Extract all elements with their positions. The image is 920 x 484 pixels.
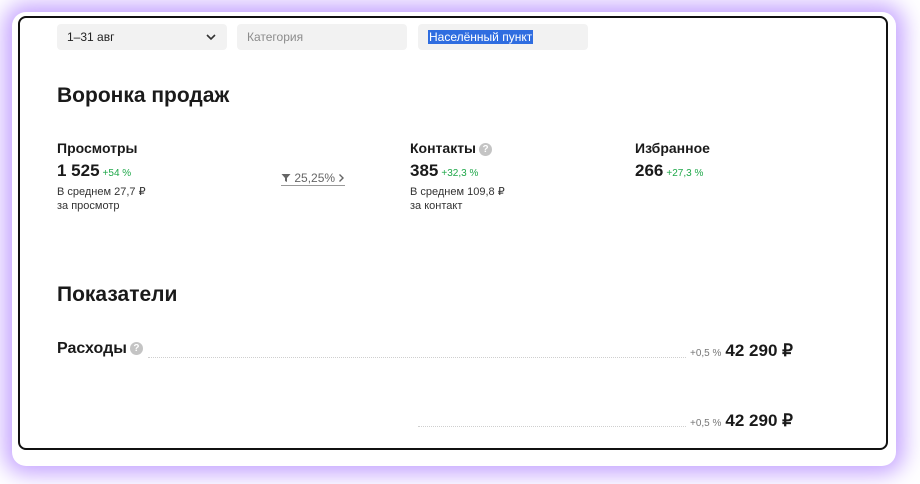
date-range-select[interactable]: 1–31 авг [57, 24, 227, 50]
category-placeholder: Категория [247, 30, 304, 44]
chevron-down-icon [205, 24, 217, 59]
funnel-favorites: Избранное 266 +27,3 % [635, 140, 710, 181]
favorites-delta: +27,3 % [666, 168, 704, 179]
dotted-leader [418, 426, 686, 427]
contacts-label: Контакты [410, 140, 477, 156]
metric-row-value: 42 290 ₽ [725, 411, 793, 430]
metric-row-total: +0,5 % 42 290 ₽ [690, 411, 793, 431]
contacts-avg-line2: за контакт [410, 200, 463, 212]
location-input[interactable]: Населённый пункт [418, 24, 588, 50]
expenses-label: Расходы [57, 340, 127, 357]
views-value: 1 525 [57, 161, 100, 180]
contacts-delta: +32,3 % [441, 168, 479, 179]
help-icon[interactable]: ? [129, 342, 143, 356]
expenses-change: +0,5 % [690, 348, 722, 359]
dotted-leader [148, 357, 686, 358]
stats-panel: 1–31 авг Категория Населённый пункт Воро… [18, 16, 888, 450]
date-range-value: 1–31 авг [67, 30, 115, 44]
conversion-value: 25,25% [294, 171, 336, 185]
views-label: Просмотры [57, 140, 138, 156]
expenses-value: 42 290 ₽ [725, 341, 793, 360]
chevron-right-icon [338, 171, 345, 185]
contacts-value: 385 [410, 161, 439, 180]
funnel-title: Воронка продаж [57, 84, 230, 107]
help-icon[interactable]: ? [479, 142, 493, 156]
favorites-value: 266 [635, 161, 664, 180]
contacts-avg-line1: В среднем 109,8 ₽ [410, 186, 505, 198]
location-selected-text: Населённый пункт [428, 30, 534, 44]
conversion-link[interactable]: 25,25% [281, 171, 346, 186]
metrics-title: Показатели [57, 283, 178, 306]
filter-icon [281, 171, 291, 185]
views-avg-line2: за просмотр [57, 200, 120, 212]
metric-row-change: +0,5 % [690, 418, 722, 429]
favorites-label: Избранное [635, 140, 710, 156]
category-input[interactable]: Категория [237, 24, 407, 50]
funnel-views: Просмотры 1 525 +54 % В среднем 27,7 ₽ за… [57, 140, 146, 213]
views-delta: +54 % [102, 168, 132, 179]
funnel-contacts: Контакты? 385 +32,3 % В среднем 109,8 ₽ з… [410, 140, 505, 213]
expenses-total: +0,5 % 42 290 ₽ [690, 341, 793, 361]
views-avg-line1: В среднем 27,7 ₽ [57, 186, 146, 198]
